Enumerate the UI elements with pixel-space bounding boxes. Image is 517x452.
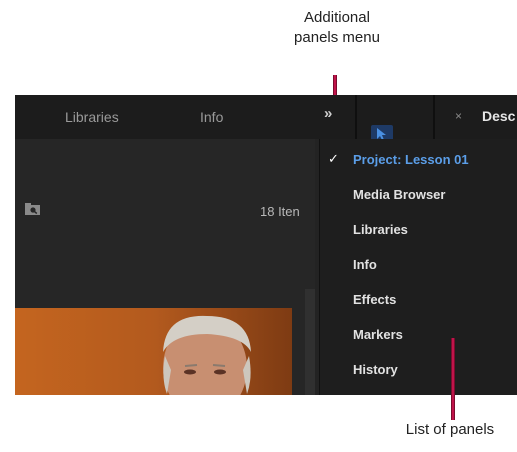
menu-item-history[interactable]: History: [320, 355, 517, 385]
premiere-panel-group: Libraries Info » × Desc 18 Iten ✓ Projec…: [15, 95, 517, 395]
menu-item-media-browser[interactable]: Media Browser: [320, 180, 517, 210]
clip-thumbnail[interactable]: [15, 308, 292, 395]
menu-item-effects[interactable]: Effects: [320, 285, 517, 315]
menu-item-label: Libraries: [353, 222, 408, 237]
callout-line-1: Additional: [304, 9, 370, 26]
panel-divider: [433, 95, 435, 139]
menu-item-label: Media Browser: [353, 187, 446, 202]
menu-item-markers[interactable]: Markers: [320, 320, 517, 350]
additional-panels-menu-button[interactable]: »: [324, 105, 332, 122]
tab-info[interactable]: Info: [200, 109, 223, 125]
close-tab-icon[interactable]: ×: [455, 109, 462, 123]
menu-item-label: Effects: [353, 292, 397, 307]
tab-description[interactable]: Desc: [482, 108, 515, 124]
clip-thumbnail-image: [15, 308, 292, 395]
item-count: 18 Iten: [260, 204, 300, 219]
panel-divider: [355, 95, 357, 139]
project-panel: 18 Iten: [15, 139, 315, 395]
menu-item-label: Markers: [353, 327, 403, 342]
menu-item-label: Info: [353, 257, 377, 272]
callout-list-of-panels: List of panels: [405, 421, 495, 438]
panel-tab-bar: Libraries Info » × Desc: [15, 95, 517, 139]
check-icon: ✓: [328, 151, 339, 166]
bin-search-icon[interactable]: [25, 203, 41, 216]
menu-item-label: History: [353, 362, 398, 377]
menu-item-project[interactable]: ✓ Project: Lesson 01: [320, 145, 517, 175]
menu-item-info[interactable]: Info: [320, 250, 517, 280]
tab-libraries[interactable]: Libraries: [65, 109, 119, 125]
callout-line-2: panels menu: [294, 29, 380, 46]
menu-item-label: Project: Lesson 01: [353, 152, 469, 167]
scrollbar[interactable]: [305, 289, 315, 395]
menu-item-libraries[interactable]: Libraries: [320, 215, 517, 245]
callout-leader-bottom: [451, 338, 455, 420]
panels-menu-list: ✓ Project: Lesson 01 Media Browser Libra…: [319, 139, 517, 395]
callout-additional-panels-menu: Additional panels menu: [262, 8, 412, 48]
